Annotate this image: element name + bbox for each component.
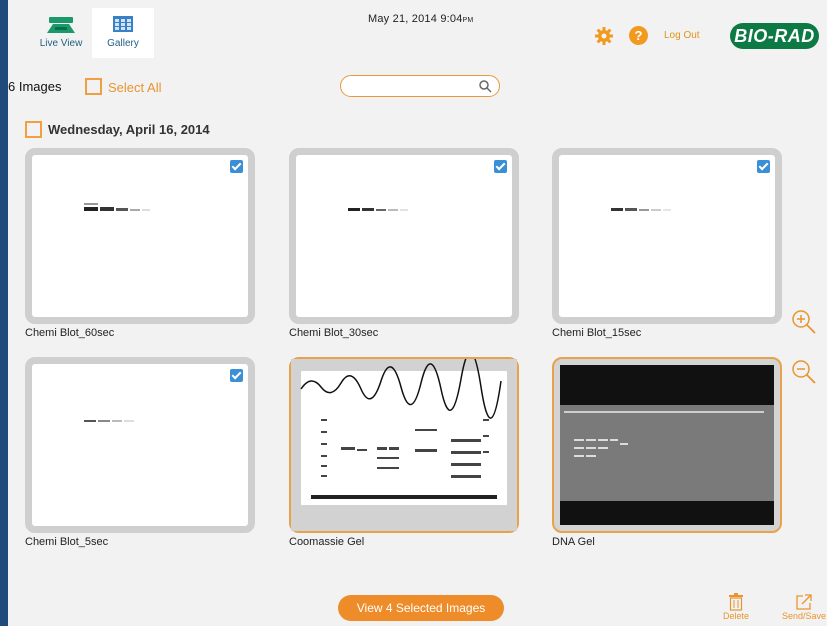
image-caption: Chemi Blot_5sec <box>25 536 109 548</box>
time-ampm: PM <box>462 17 474 24</box>
gallery-app: Live View Gallery May 21, 2014 9:04PM ? … <box>8 0 827 626</box>
date-time: May 21, 2014 9:04PM <box>368 13 473 25</box>
image-caption: DNA Gel <box>552 536 595 548</box>
send-save-label: Send/Save <box>781 611 827 621</box>
image-thumb-coomassie[interactable] <box>289 357 519 533</box>
blot-image <box>348 208 408 211</box>
trash-icon <box>729 593 743 611</box>
blot-image <box>84 203 150 211</box>
export-icon <box>796 594 812 610</box>
live-view-button[interactable]: Live View <box>30 8 92 58</box>
search-input[interactable] <box>351 78 475 94</box>
image-count: 6 Images <box>8 79 62 94</box>
header-bar: Live View Gallery May 21, 2014 9:04PM ? … <box>8 0 827 64</box>
image-caption: Coomassie Gel <box>289 536 365 548</box>
bio-rad-logo: BIO-RAD <box>730 23 819 49</box>
help-button[interactable]: ? <box>629 26 648 45</box>
image-caption: Chemi Blot_15sec <box>552 327 642 339</box>
image-thumb-chemi-15[interactable] <box>552 148 782 324</box>
zoom-in-icon[interactable] <box>791 309 817 335</box>
search-icon <box>479 80 492 93</box>
current-date: May 21, 2014 <box>368 13 438 25</box>
search-box[interactable] <box>340 75 500 97</box>
send-save-button[interactable]: Send/Save <box>781 593 827 621</box>
gallery-icon <box>113 16 133 32</box>
image-thumb-dna-gel[interactable] <box>552 357 782 533</box>
help-icon: ? <box>634 28 643 43</box>
delete-button[interactable]: Delete <box>719 593 753 621</box>
gallery-button[interactable]: Gallery <box>92 8 154 58</box>
delete-label: Delete <box>722 611 749 621</box>
date-group-checkbox[interactable] <box>25 121 42 138</box>
current-time: 9:04 <box>440 13 463 25</box>
image-caption: Chemi Blot_60sec <box>25 327 115 339</box>
dna-gel-image <box>560 365 774 525</box>
select-all-checkbox[interactable] <box>85 78 102 95</box>
image-thumb-chemi-5[interactable] <box>25 357 255 533</box>
live-view-icon <box>47 17 75 33</box>
view-selected-button[interactable]: View 4 Selected Images <box>338 595 504 621</box>
logout-link[interactable]: Log Out <box>664 30 700 41</box>
image-thumb-chemi-30[interactable] <box>289 148 519 324</box>
blot-image <box>611 208 671 211</box>
gallery-label: Gallery <box>107 38 139 49</box>
live-view-label: Live View <box>39 38 83 49</box>
image-thumb-chemi-60[interactable] <box>25 148 255 324</box>
select-all-label[interactable]: Select All <box>108 80 161 95</box>
image-caption: Chemi Blot_30sec <box>289 327 379 339</box>
zoom-out-icon[interactable] <box>791 359 817 385</box>
blot-image <box>84 420 134 422</box>
date-group-label: Wednesday, April 16, 2014 <box>48 122 210 137</box>
coomassie-gel-image <box>291 359 517 531</box>
gear-icon[interactable] <box>594 26 614 46</box>
